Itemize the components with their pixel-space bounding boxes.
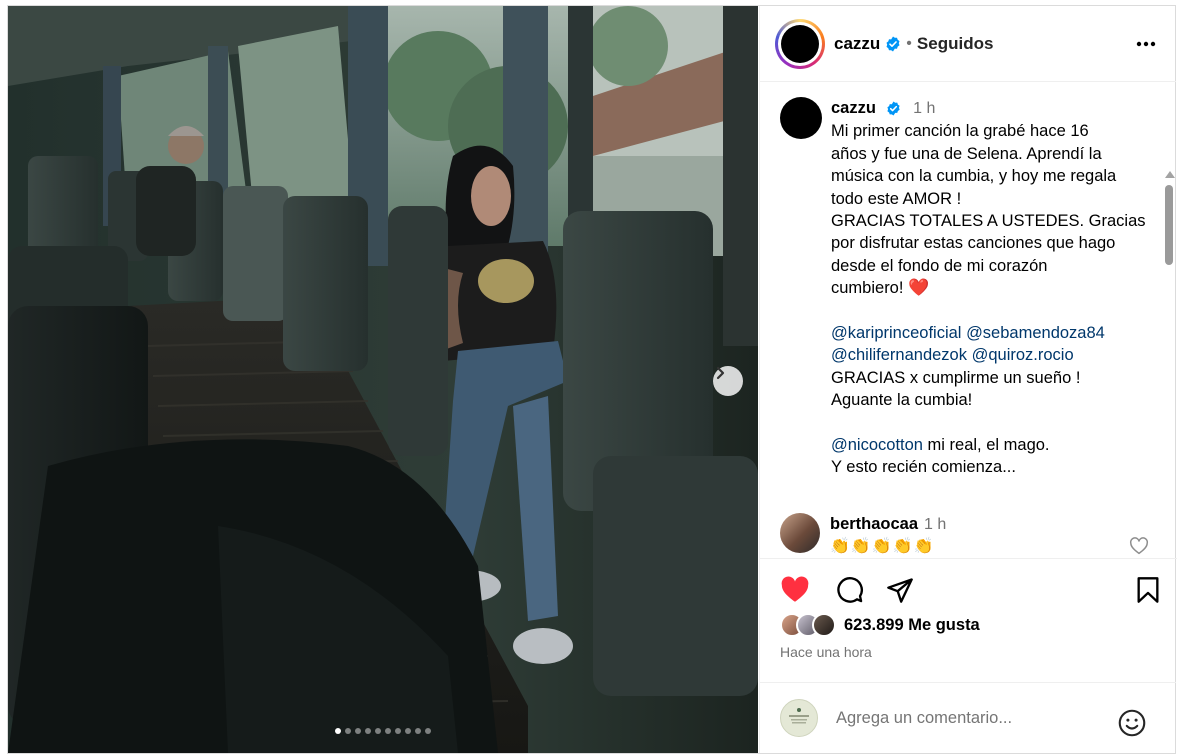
commenter-username[interactable]: berthaocaa <box>830 515 918 533</box>
action-bar <box>760 566 1176 611</box>
mention-link[interactable]: @nicocotton <box>831 436 923 454</box>
carousel-dot <box>365 728 371 734</box>
comment-button[interactable] <box>836 576 864 609</box>
carousel-dot <box>425 728 431 734</box>
comment-text: 👏👏👏👏👏 <box>830 538 935 555</box>
caption-line: GRACIAS x cumplirme un sueño ! <box>831 368 1081 387</box>
caption-line: cumbiero! <box>831 279 904 298</box>
red-heart-emoji: ❤️ <box>908 278 930 298</box>
post-timestamp[interactable]: Hace una hora <box>780 644 872 660</box>
share-button[interactable] <box>886 576 914 609</box>
comment-item: berthaocaa 1 h 👏👏👏👏👏 <box>780 513 1150 558</box>
likes-summary[interactable]: 623.899 Me gusta <box>780 613 980 637</box>
mention-link[interactable]: @kariprinceoficial <box>831 324 961 342</box>
post-header: cazzu • Seguidos <box>760 6 1176 82</box>
header-separator: • <box>906 34 912 52</box>
mention-link[interactable]: @sebamendoza84 <box>966 324 1105 342</box>
comment-like-button[interactable] <box>1129 537 1149 558</box>
bus-interior-image <box>8 6 758 753</box>
comment-composer <box>760 682 1176 753</box>
current-user-avatar[interactable] <box>780 699 818 737</box>
author-username[interactable]: cazzu <box>834 34 880 54</box>
commenter-avatar[interactable] <box>780 513 820 553</box>
carousel-dot <box>335 728 341 734</box>
save-button[interactable] <box>1136 576 1160 609</box>
current-user-avatar-image <box>789 708 809 724</box>
carousel-dot <box>375 728 381 734</box>
carousel-dot <box>405 728 411 734</box>
heart-icon <box>781 576 809 602</box>
post-caption: cazzu 1 h Mi primer canción la grabé hac… <box>780 97 1160 479</box>
more-options-icon <box>1136 41 1156 47</box>
likes-count[interactable]: 623.899 Me gusta <box>844 616 980 635</box>
mention-link[interactable]: @quiroz.rocio <box>972 346 1074 364</box>
post-dialog: cazzu • Seguidos cazzu 1 h Mi primer can… <box>7 5 1177 754</box>
following-button[interactable]: Seguidos <box>917 34 994 54</box>
scroll-thumb[interactable] <box>1165 185 1173 265</box>
caption-line: Y esto recién comienza... <box>831 458 1016 477</box>
caption-line: música con la cumbia, y hoy me regala <box>831 167 1117 186</box>
like-button[interactable] <box>780 576 810 608</box>
caption-line: mi real, el mago. <box>922 436 1050 455</box>
caption-line: por disfrutar estas canciones que hago <box>831 234 1116 253</box>
caption-line: Aguante la cumbia! <box>831 391 973 410</box>
carousel-dot <box>355 728 361 734</box>
post-details-panel: cazzu • Seguidos cazzu 1 h Mi primer can… <box>759 6 1177 753</box>
caption-line: Mi primer canción la grabé hace 16 <box>831 122 1089 141</box>
caption-line: años y fue una de Selena. Aprendí la <box>831 144 1102 163</box>
comment-icon <box>837 577 863 603</box>
carousel-indicator <box>8 728 758 734</box>
carousel-dot <box>385 728 391 734</box>
mention-link[interactable]: @chilifernandezok <box>831 346 967 364</box>
caption-author-avatar[interactable] <box>780 97 822 139</box>
comments-section[interactable]: cazzu 1 h Mi primer canción la grabé hac… <box>760 83 1177 559</box>
caption-line: todo este AMOR ! <box>831 189 962 208</box>
caption-time[interactable]: 1 h <box>913 100 935 117</box>
scroll-up-arrow[interactable] <box>1165 171 1175 178</box>
share-icon <box>887 578 913 603</box>
comments-scrollbar[interactable] <box>1163 167 1175 558</box>
post-photo[interactable] <box>8 6 758 753</box>
author-avatar[interactable] <box>775 18 825 69</box>
emoji-picker-button[interactable] <box>1118 709 1146 742</box>
caption-username[interactable]: cazzu <box>831 99 876 117</box>
comment-time[interactable]: 1 h <box>924 516 946 533</box>
chevron-right-icon <box>716 366 725 380</box>
liker-avatar <box>812 613 836 637</box>
save-icon <box>1137 577 1159 603</box>
carousel-dot <box>415 728 421 734</box>
more-options-button[interactable] <box>1136 34 1156 52</box>
verified-badge-icon <box>886 36 900 51</box>
caption-line: desde el fondo de mi corazón <box>831 256 1048 275</box>
caption-line: GRACIAS TOTALES A USTEDES. Gracias <box>831 212 1146 231</box>
carousel-dot <box>345 728 351 734</box>
verified-badge-icon <box>886 101 900 116</box>
emoji-icon <box>1118 709 1146 737</box>
carousel-dot <box>395 728 401 734</box>
comment-input[interactable] <box>836 708 1116 728</box>
next-image-button[interactable] <box>713 366 743 396</box>
heart-outline-icon <box>1130 537 1148 555</box>
